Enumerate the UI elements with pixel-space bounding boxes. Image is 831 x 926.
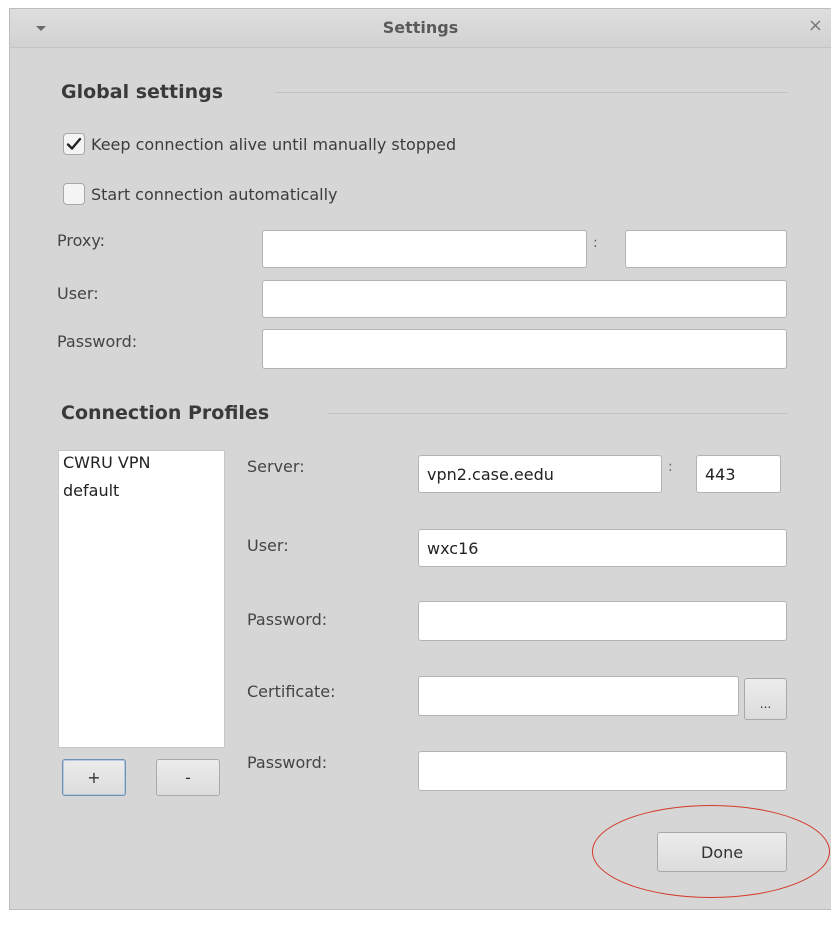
auto-start-checkbox[interactable] xyxy=(63,183,85,205)
keep-alive-checkbox[interactable] xyxy=(63,133,85,155)
keep-alive-option[interactable]: Keep connection alive until manually sto… xyxy=(63,133,456,155)
window-title: Settings xyxy=(382,18,459,37)
proxy-colon: : xyxy=(593,235,598,251)
annotation-circle xyxy=(592,805,830,898)
remove-profile-button[interactable]: - xyxy=(156,759,220,796)
profile-user-field[interactable]: wxc16 xyxy=(418,529,787,567)
cert-password-label: Password: xyxy=(247,753,328,772)
cert-password-field[interactable] xyxy=(418,751,787,791)
proxy-port-field[interactable] xyxy=(625,230,787,268)
section-divider xyxy=(275,92,788,93)
title-bar: Settings × xyxy=(10,9,831,48)
certificate-field[interactable] xyxy=(418,676,739,716)
auto-start-option[interactable]: Start connection automatically xyxy=(63,183,338,205)
list-item[interactable]: CWRU VPN xyxy=(59,451,224,479)
server-colon: : xyxy=(668,459,673,475)
profile-list[interactable]: CWRU VPN default xyxy=(58,450,225,748)
auto-start-label: Start connection automatically xyxy=(91,184,338,204)
global-user-field[interactable] xyxy=(262,280,787,318)
proxy-label: Proxy: xyxy=(57,231,106,250)
profile-user-label: User: xyxy=(247,536,289,555)
add-profile-button[interactable]: + xyxy=(62,759,126,796)
global-password-field[interactable] xyxy=(262,329,787,369)
checkmark-icon xyxy=(66,137,82,150)
profile-password-field[interactable] xyxy=(418,601,787,641)
connection-profiles-heading: Connection Profiles xyxy=(61,402,270,424)
global-password-label: Password: xyxy=(57,332,138,351)
browse-certificate-button[interactable]: ... xyxy=(744,678,787,720)
server-label: Server: xyxy=(247,457,305,476)
close-icon[interactable]: × xyxy=(808,17,823,35)
certificate-label: Certificate: xyxy=(247,682,336,701)
server-port-field[interactable]: 443 xyxy=(696,455,781,493)
keep-alive-label: Keep connection alive until manually sto… xyxy=(91,134,457,154)
list-item[interactable]: default xyxy=(59,479,224,507)
profile-password-label: Password: xyxy=(247,610,328,629)
proxy-host-field[interactable] xyxy=(262,230,587,268)
global-user-label: User: xyxy=(57,284,99,303)
global-settings-heading: Global settings xyxy=(61,81,224,103)
settings-dialog: Settings × Global settings Keep connecti… xyxy=(9,8,831,910)
section-divider xyxy=(328,413,788,414)
server-field[interactable]: vpn2.case.eedu xyxy=(418,455,662,493)
